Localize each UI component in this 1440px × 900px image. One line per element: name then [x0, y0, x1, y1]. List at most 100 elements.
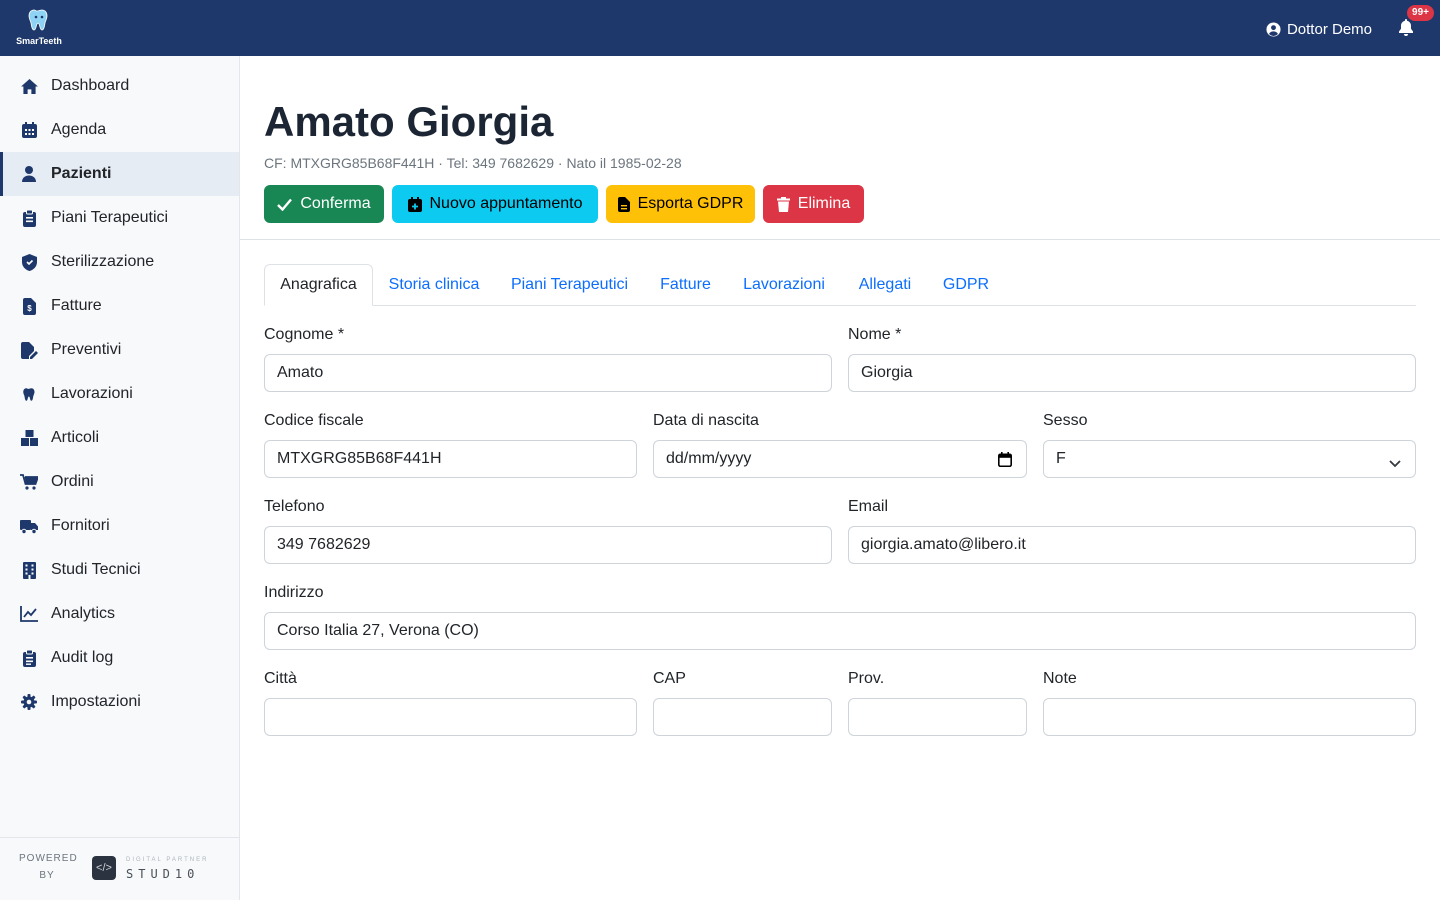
sidebar-item-label: Impostazioni: [51, 693, 141, 710]
tooth-icon: [20, 385, 38, 403]
sidebar-item-audit-log[interactable]: Audit log: [0, 636, 239, 680]
tooth-logo-icon: [28, 9, 48, 31]
sidebar-item-fatture[interactable]: $ Fatture: [0, 284, 239, 328]
nome-label: Nome *: [848, 326, 902, 343]
truck-icon: [20, 517, 38, 535]
user-name: Dottor Demo: [1286, 20, 1372, 38]
boxes-icon: [20, 429, 38, 447]
delete-button[interactable]: Elimina: [763, 185, 864, 223]
sidebar-item-label: Lavorazioni: [51, 385, 133, 402]
sidebar-item-sterilizzazione[interactable]: Sterilizzazione: [0, 240, 239, 284]
user-circle-icon: [1266, 21, 1281, 37]
codice-fiscale-label: Codice fiscale: [264, 412, 364, 429]
cognome-value: Amato: [277, 364, 324, 381]
sidebar-item-label: Preventivi: [51, 341, 122, 358]
sidebar: Dashboard Agenda Pazienti Piani Terapeut…: [0, 56, 240, 900]
codice-fiscale-field[interactable]: MTXGRG85B68F441H: [264, 440, 637, 478]
cap-label: CAP: [653, 670, 686, 687]
check-icon: [277, 198, 293, 211]
sidebar-item-label: Piani Terapeutici: [51, 209, 169, 226]
tab-fatture[interactable]: Fatture: [648, 264, 723, 306]
sidebar-item-fornitori[interactable]: Fornitori: [0, 504, 239, 548]
sidebar-item-ordini[interactable]: Ordini: [0, 460, 239, 504]
tab-gdpr[interactable]: GDPR: [933, 264, 999, 306]
sidebar-item-dashboard[interactable]: Dashboard: [0, 64, 239, 108]
studio-logo-icon[interactable]: </>: [92, 856, 116, 880]
sidebar-item-preventivi[interactable]: Preventivi: [0, 328, 239, 372]
data-nascita-value: dd/mm/yyyy: [666, 450, 752, 467]
data-nascita-field[interactable]: dd/mm/yyyy: [653, 440, 1027, 478]
sidebar-item-label: Analytics: [51, 605, 116, 622]
sidebar-item-piani-terapeutici[interactable]: Piani Terapeutici: [0, 196, 239, 240]
cognome-label: Cognome *: [264, 326, 345, 343]
prov-label: Prov.: [848, 670, 885, 687]
sidebar-item-studi-tecnici[interactable]: Studi Tecnici: [0, 548, 239, 592]
citta-field[interactable]: [264, 698, 637, 736]
indirizzo-field[interactable]: Corso Italia 27, Verona (CO): [264, 612, 1416, 650]
sesso-label: Sesso: [1043, 412, 1088, 429]
prov-field[interactable]: [848, 698, 1027, 736]
bell-icon: [1399, 19, 1413, 36]
notifications-button[interactable]: [1398, 19, 1416, 39]
cognome-field[interactable]: Amato: [264, 354, 832, 392]
confirm-label: Conferma: [300, 195, 371, 212]
telefono-field[interactable]: 349 7682629: [264, 526, 832, 564]
svg-text:$: $: [27, 304, 32, 313]
export-gdpr-button[interactable]: Esporta GDPR: [606, 185, 755, 223]
email-value: giorgia.amato@libero.it: [861, 536, 1026, 553]
tab-piani-terapeutici[interactable]: Piani Terapeutici: [499, 264, 640, 306]
new-appointment-label: Nuovo appuntamento: [429, 195, 583, 212]
header-divider: [240, 239, 1440, 240]
nome-field[interactable]: Giorgia: [848, 354, 1416, 392]
new-appointment-button[interactable]: Nuovo appuntamento: [392, 185, 598, 223]
home-icon: [20, 77, 38, 95]
note-label: Note: [1043, 670, 1077, 687]
sidebar-item-label: Dashboard: [51, 77, 130, 94]
cap-field[interactable]: [653, 698, 832, 736]
clipboard-list-icon: [20, 649, 38, 667]
chart-line-icon: [20, 605, 38, 623]
tab-anagrafica[interactable]: Anagrafica: [264, 264, 373, 306]
sidebar-item-analytics[interactable]: Analytics: [0, 592, 239, 636]
sidebar-item-lavorazioni[interactable]: Lavorazioni: [0, 372, 239, 416]
clipboard-icon: [20, 209, 38, 227]
sesso-select[interactable]: F: [1043, 440, 1416, 478]
sidebar-item-label: Audit log: [51, 649, 114, 666]
email-label: Email: [848, 498, 889, 515]
sidebar-item-pazienti[interactable]: Pazienti: [0, 152, 239, 196]
sidebar-footer: POWERED BY </> DIGITAL PARTNER STUD10: [0, 837, 239, 900]
sidebar-item-agenda[interactable]: Agenda: [0, 108, 239, 152]
gear-icon: [20, 693, 38, 711]
file-export-icon: [617, 196, 630, 212]
tab-storia-clinica[interactable]: Storia clinica: [377, 264, 491, 306]
shield-icon: [20, 253, 38, 271]
citta-label: Città: [264, 670, 297, 687]
cart-icon: [20, 473, 38, 491]
confirm-button[interactable]: Conferma: [264, 185, 384, 223]
file-pen-icon: [20, 341, 38, 359]
note-field[interactable]: [1043, 698, 1416, 736]
sidebar-item-articoli[interactable]: Articoli: [0, 416, 239, 460]
email-field[interactable]: giorgia.amato@libero.it: [848, 526, 1416, 564]
sidebar-item-label: Sterilizzazione: [51, 253, 155, 270]
partner-name: STUD10: [126, 867, 200, 881]
nome-value: Giorgia: [861, 364, 913, 381]
powered-by-label: POWERED BY: [19, 853, 78, 881]
invoice-icon: $: [20, 297, 38, 315]
patient-summary: CF: MTXGRG85B68F441H · Tel: 349 7682629 …: [264, 155, 682, 171]
tab-allegati[interactable]: Allegati: [845, 264, 925, 306]
calendar-picker-icon[interactable]: [998, 452, 1012, 472]
app-logo[interactable]: SmarTeeth: [14, 8, 64, 50]
export-gdpr-label: Esporta GDPR: [637, 195, 744, 212]
user-menu[interactable]: Dottor Demo: [1266, 19, 1372, 39]
sidebar-item-label: Ordini: [51, 473, 94, 490]
sidebar-item-impostazioni[interactable]: Impostazioni: [0, 680, 239, 724]
delete-label: Elimina: [797, 195, 851, 212]
building-icon: [20, 561, 38, 579]
app-name: SmarTeeth: [16, 36, 62, 46]
notification-badge: 99+: [1407, 5, 1434, 21]
telefono-label: Telefono: [264, 498, 325, 515]
chevron-down-icon: [1389, 455, 1401, 473]
tab-lavorazioni[interactable]: Lavorazioni: [731, 264, 837, 306]
top-bar: SmarTeeth Dottor Demo 99+: [0, 0, 1440, 56]
